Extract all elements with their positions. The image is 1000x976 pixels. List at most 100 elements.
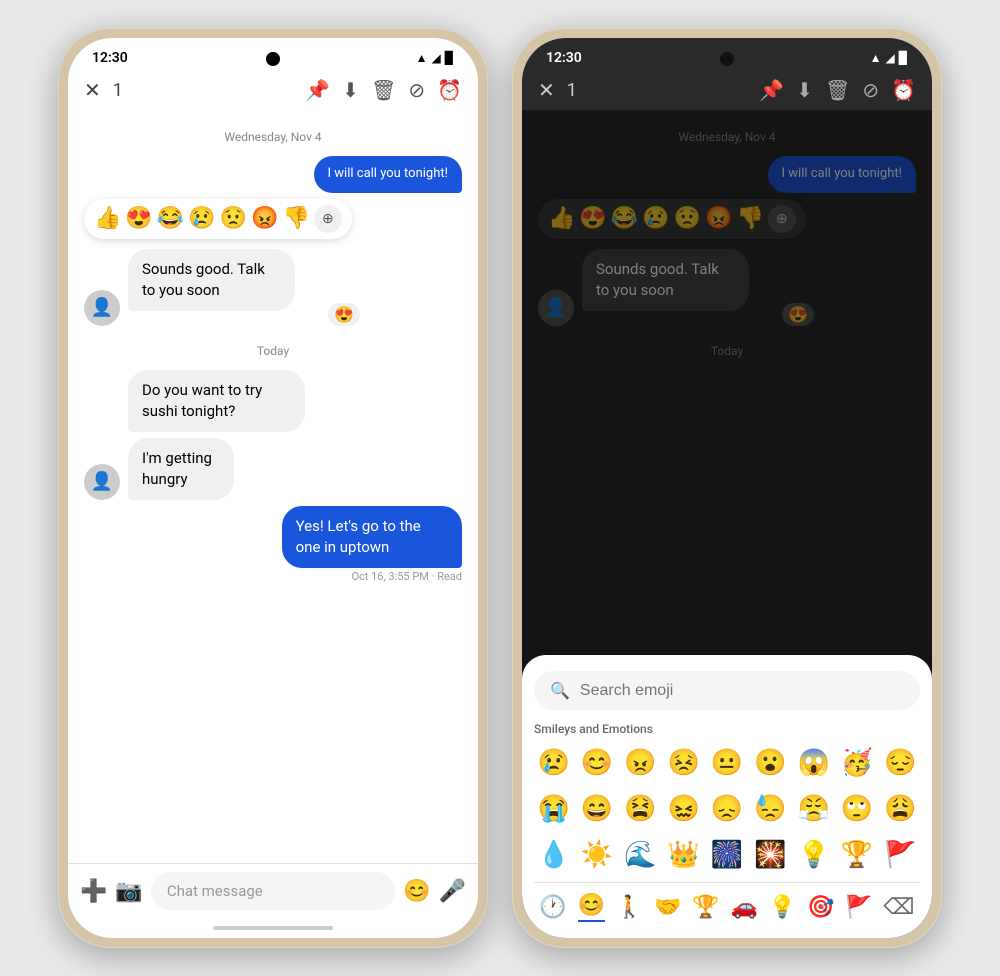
emoji-cell[interactable]: 🙄 [837,790,876,828]
emoji-cell[interactable]: 😫 [621,790,660,828]
emoji-cell[interactable]: 😤 [794,790,833,828]
phone-dark: 12:30 ▲ ◢ ▉ ✕ 1 📌 ⬇ 🗑 ⊘ ⏰ Wednesday, Nov… [512,28,942,948]
react-laugh[interactable]: 😂 [157,206,184,231]
avatar-1: 👤 [84,290,120,326]
emoji-cell[interactable]: 😱 [794,744,833,782]
bubble-wrapper-2: Do you want to try sushi tonight? [128,370,373,432]
emoji-cell[interactable]: 😖 [664,790,703,828]
emoji-cell[interactable]: 💧 [534,836,573,874]
emoji-cell[interactable]: 😊 [577,744,616,782]
battery-icon: ▉ [445,51,454,65]
wifi-icon: ▲ [416,51,428,65]
react-angry[interactable]: 😡 [251,206,278,231]
home-indicator [213,926,333,930]
msg-row-received-3: 👤 I'm getting hungry [84,438,462,500]
chat-input[interactable]: Chat message [151,872,395,910]
emoji-backspace[interactable]: ⌫ [883,895,914,920]
pin-icon-dark[interactable]: 📌 [759,78,784,102]
block-icon[interactable]: ⊘ [408,78,425,102]
emoji-icon[interactable]: 😊 [403,879,430,904]
delete-icon-dark[interactable]: 🗑 [825,78,850,102]
block-icon-dark[interactable]: ⊘ [862,78,879,102]
emoji-cell[interactable]: 😄 [577,790,616,828]
emoji-category-label: Smileys and Emotions [534,722,920,736]
battery-icon-dark: ▉ [899,51,908,65]
bubble-wrapper-sent-2: Yes! Let's go to the one in uptown Oct 1… [211,506,462,583]
emoji-cell[interactable]: 😐 [707,744,746,782]
close-button[interactable]: ✕ [84,78,101,102]
archive-icon[interactable]: ⬇ [342,78,359,102]
add-reaction-button[interactable]: ⊕ [314,205,342,233]
snooze-icon[interactable]: ⏰ [437,78,462,102]
emoji-cell[interactable]: 😔 [881,744,920,782]
snooze-icon-dark[interactable]: ⏰ [891,78,916,102]
emoji-cat-people[interactable]: 🚶 [616,895,643,920]
pin-icon[interactable]: 📌 [305,78,330,102]
bubble-wrapper-1: Sounds good. Talk to you soon 😍 [128,249,360,326]
emoji-cat-flag[interactable]: 🚩 [845,895,872,920]
emoji-cat-bulb[interactable]: 💡 [769,895,796,920]
emoji-cat-smileys[interactable]: 😊 [578,893,605,922]
emoji-cat-recent[interactable]: 🕐 [539,895,566,920]
react-thumbsdown[interactable]: 👎 [282,206,309,231]
emoji-cell[interactable]: 😠 [621,744,660,782]
emoji-cell[interactable]: 🥳 [837,744,876,782]
emoji-cell[interactable]: 😭 [534,790,573,828]
signal-icon-dark: ◢ [886,51,895,65]
emoji-cat-symbols[interactable]: 🎯 [807,895,834,920]
signal-icon: ◢ [432,51,441,65]
add-attachment-icon[interactable]: ➕ [80,879,107,904]
emoji-grid-row3: 💧 ☀️ 🌊 👑 🎆 🎇 💡 🏆 🚩 [534,836,920,874]
emoji-cat-trophy[interactable]: 🏆 [692,895,719,920]
emoji-cell[interactable]: ☀️ [577,836,616,874]
status-time: 12:30 [92,50,128,66]
mic-icon[interactable]: 🎤 [439,879,466,904]
camera-dot-dark [720,52,734,66]
emoji-cell[interactable]: 😮 [751,744,790,782]
close-button-dark[interactable]: ✕ [538,78,555,102]
emoji-cell[interactable]: 🎆 [707,836,746,874]
emoji-cell[interactable]: 😣 [664,744,703,782]
action-bar-dark: ✕ 1 📌 ⬇ 🗑 ⊘ ⏰ [522,70,932,110]
status-icons-dark: ▲ ◢ ▉ [870,51,908,65]
emoji-search-input[interactable] [580,682,904,700]
action-bar: ✕ 1 📌 ⬇ 🗑 ⊘ ⏰ [68,70,478,110]
emoji-cell[interactable]: 🎇 [751,836,790,874]
messages-area: Wednesday, Nov 4 I will call you tonight… [68,110,478,863]
emoji-grid-row2: 😭 😄 😫 😖 😞 😓 😤 🙄 😩 [534,790,920,828]
avatar-2: 👤 [84,464,120,500]
reaction-picker: 👍 😍 😂 😢 😟 😡 👎 ⊕ [84,199,352,239]
emoji-cat-transport[interactable]: 🚗 [731,895,758,920]
camera-dot [266,52,280,66]
reaction-badge-1: 😍 [328,303,360,326]
phone-screen-light: 12:30 ▲ ◢ ▉ ✕ 1 📌 ⬇ 🗑 ⊘ ⏰ Wednesday, Nov… [68,38,478,938]
selection-count-dark: 1 [567,80,748,101]
emoji-cell[interactable]: 😩 [881,790,920,828]
wifi-icon-dark: ▲ [870,51,882,65]
msg-row-received-2: Do you want to try sushi tonight? [84,370,462,432]
delete-icon[interactable]: 🗑 [371,78,396,102]
emoji-cell[interactable]: 🚩 [881,836,920,874]
react-heart-eyes[interactable]: 😍 [125,206,152,231]
status-time-dark: 12:30 [546,50,582,66]
emoji-cell[interactable]: 😢 [534,744,573,782]
emoji-cat-handshake[interactable]: 🤝 [654,895,681,920]
msg-row-sent-1: I will call you tonight! [84,156,462,193]
emoji-cell[interactable]: 😓 [751,790,790,828]
camera-icon[interactable]: 📷 [115,879,142,904]
emoji-cell[interactable]: 🏆 [837,836,876,874]
react-thumbsup[interactable]: 👍 [94,206,121,231]
react-cry[interactable]: 😢 [188,206,215,231]
emoji-grid-row1: 😢 😊 😠 😣 😐 😮 😱 🥳 😔 [534,744,920,782]
emoji-cell[interactable]: 😞 [707,790,746,828]
emoji-cell[interactable]: 💡 [794,836,833,874]
date-divider-1: Wednesday, Nov 4 [84,130,462,144]
emoji-cell[interactable]: 👑 [664,836,703,874]
input-bar: ➕ 📷 Chat message 😊 🎤 [68,863,478,922]
received-bubble-1: Sounds good. Talk to you soon [128,249,295,311]
msg-row-sent-2: Yes! Let's go to the one in uptown Oct 1… [84,506,462,583]
status-icons: ▲ ◢ ▉ [416,51,454,65]
react-sad[interactable]: 😟 [220,206,247,231]
emoji-cell[interactable]: 🌊 [621,836,660,874]
archive-icon-dark[interactable]: ⬇ [796,78,813,102]
